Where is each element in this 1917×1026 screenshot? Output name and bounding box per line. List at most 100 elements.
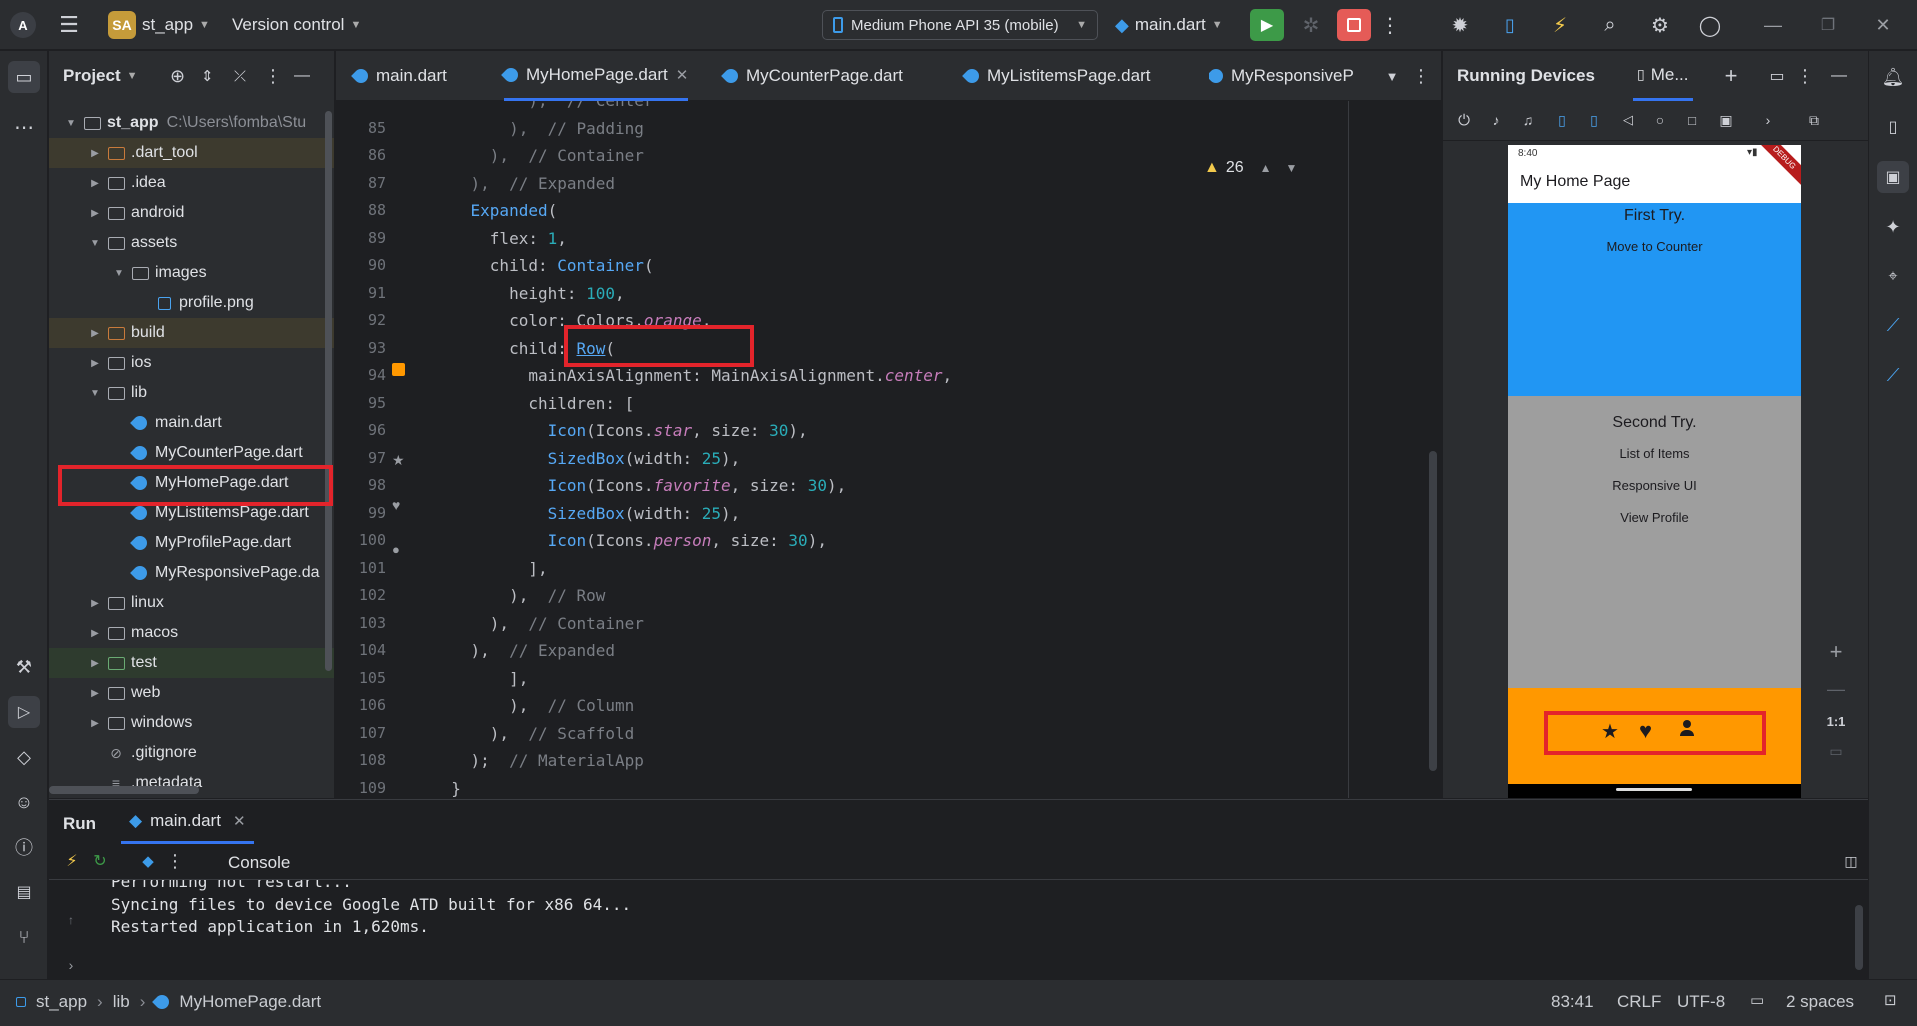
tab-myhomepage-dart[interactable]: MyHomePage.dart ✕	[501, 51, 689, 101]
collapse-all-icon[interactable]: ⤫	[234, 68, 246, 85]
zoom-out-icon[interactable]: —	[1827, 679, 1845, 700]
layout-inspector-icon[interactable]: ⌖	[1877, 261, 1909, 293]
chevron-down-icon[interactable]: ▼	[127, 70, 138, 82]
console-scrollbar[interactable]	[1855, 905, 1863, 970]
chevron-down-icon[interactable]: ▼	[1286, 161, 1298, 175]
breadcrumb-file[interactable]: MyHomePage.dart	[179, 992, 321, 1012]
terminal-icon[interactable]: ▤	[8, 876, 40, 908]
caret-position[interactable]: 83:41	[1551, 992, 1594, 1012]
tree-item[interactable]: profile.png	[49, 288, 334, 318]
tree-item[interactable]: MyResponsivePage.da	[49, 558, 334, 588]
build-hammer-icon[interactable]: ⚒	[8, 651, 40, 683]
color-swatch-orange-icon[interactable]	[392, 363, 405, 376]
screenshot-icon[interactable]: ▣	[1715, 109, 1737, 131]
tree-item[interactable]: ▶ .dart_tool	[49, 138, 334, 168]
tree-item[interactable]: ▼ assets	[49, 228, 334, 258]
tab-mycounterpage-dart[interactable]: MyCounterPage.dart	[721, 51, 903, 101]
tree-item[interactable]: main.dart	[49, 408, 334, 438]
home-icon[interactable]: ○	[1649, 109, 1671, 131]
tabs-dropdown-chevron-icon[interactable]: ▼	[1380, 63, 1404, 89]
mirror-icon[interactable]: ⧉	[1801, 109, 1827, 131]
account-icon[interactable]: ◯	[1697, 12, 1723, 38]
panel-options-icon[interactable]: ⋮	[1795, 63, 1815, 89]
bug-icon[interactable]: ✹	[1447, 12, 1473, 38]
gesture-nav-bar[interactable]	[1616, 788, 1692, 791]
move-to-counter-button[interactable]: Move to Counter	[1508, 239, 1801, 254]
list-of-items-button[interactable]: List of Items	[1508, 446, 1801, 461]
settings-gear-icon[interactable]: ⚙	[1647, 12, 1673, 38]
tree-item[interactable]: ▶ macos	[49, 618, 334, 648]
hot-restart-icon[interactable]: ↻	[89, 850, 111, 872]
tree-item[interactable]: ▶ build	[49, 318, 334, 348]
volume-up-icon[interactable]: ♪	[1485, 109, 1507, 131]
search-icon[interactable]: ⌕	[1597, 12, 1623, 38]
code-area[interactable]: ), // Center ), // Padding ), // Contain…	[432, 101, 1432, 798]
back-icon[interactable]: ◁	[1617, 109, 1639, 131]
flutter-devtools-icon[interactable]: ◆	[137, 850, 159, 872]
power-icon[interactable]: ⏻	[1453, 109, 1475, 131]
more-vertical-icon[interactable]: ⋮	[1380, 12, 1400, 38]
tree-item[interactable]: ▶ web	[49, 678, 334, 708]
stop-button[interactable]	[1337, 9, 1371, 41]
project-selector[interactable]: SA st_app ▼	[108, 0, 210, 50]
tree-item[interactable]: ▼ images	[49, 258, 334, 288]
run-options-icon[interactable]: ⋮	[166, 850, 184, 872]
run-button[interactable]: ▶	[1250, 9, 1284, 41]
tab-myresponsivepage-dart[interactable]: MyResponsiveP	[1209, 51, 1377, 101]
main-menu-icon[interactable]: ☰	[58, 12, 80, 37]
console-tab[interactable]: Console	[228, 853, 290, 873]
volume-down-icon[interactable]: ♫	[1517, 109, 1539, 131]
project-folder-icon[interactable]: ▭	[8, 61, 40, 93]
breadcrumb-lib[interactable]: lib	[113, 992, 130, 1012]
breadcrumb-project[interactable]: st_app	[36, 992, 87, 1012]
android-studio-logo-icon[interactable]: A	[10, 12, 36, 38]
file-encoding[interactable]: UTF-8	[1677, 992, 1725, 1012]
version-control-menu[interactable]: Version control ▼	[232, 0, 361, 50]
device-manager-icon[interactable]: ▯	[1877, 111, 1909, 143]
zoom-in-icon[interactable]: +	[1830, 639, 1843, 665]
editor-scrollbar[interactable]	[1429, 451, 1437, 771]
window-minimize-icon[interactable]: —	[1760, 12, 1786, 38]
debug-icon[interactable]: ✲	[1298, 12, 1324, 38]
tree-item[interactable]: ▶ linux	[49, 588, 334, 618]
tree-item[interactable]: ▼ lib	[49, 378, 334, 408]
tree-item[interactable]: ⊘ .gitignore	[49, 738, 334, 768]
inspection-widget[interactable]: ▲ 26 ▲ ▼	[1204, 159, 1297, 177]
window-restore-icon[interactable]: ❐	[1815, 12, 1841, 38]
console-output[interactable]: Performing hot restart... Syncing files t…	[111, 880, 1811, 980]
responsive-ui-button[interactable]: Responsive UI	[1508, 478, 1801, 493]
indent-setting[interactable]: 2 spaces	[1786, 992, 1854, 1012]
lock-icon[interactable]: ⊡	[1884, 991, 1897, 1009]
tree-item[interactable]: ▶ test	[49, 648, 334, 678]
expand-right-chevron-icon[interactable]: ›	[61, 955, 81, 975]
view-profile-button[interactable]: View Profile	[1508, 510, 1801, 525]
options-vertical-icon[interactable]: ⋮	[264, 66, 282, 87]
readonly-toggle-icon[interactable]: ▭	[1750, 991, 1764, 1009]
add-device-icon[interactable]: +	[1719, 63, 1743, 89]
hot-reload-icon[interactable]: ⚡	[61, 850, 83, 872]
expand-all-icon[interactable]: ⇕	[201, 67, 214, 85]
device-selector[interactable]: Medium Phone API 35 (mobile) ▼	[822, 10, 1098, 40]
tree-item[interactable]: ▶ ios	[49, 348, 334, 378]
running-devices-icon[interactable]: ▣	[1877, 161, 1909, 193]
tree-item[interactable]: ▶ windows	[49, 708, 334, 738]
close-tab-icon[interactable]: ✕	[233, 812, 246, 830]
more-tools-icon[interactable]: ⋯	[8, 111, 40, 143]
project-panel-title[interactable]: Project	[63, 66, 121, 86]
hide-panel-icon[interactable]: —	[294, 67, 310, 85]
flutter-performance-icon[interactable]: ⟋	[1877, 359, 1909, 391]
tab-mylistitemspage-dart[interactable]: MyListitemsPage.dart	[962, 51, 1150, 101]
tree-item[interactable]: ▶ android	[49, 198, 334, 228]
tree-item[interactable]: MyProfilePage.dart	[49, 528, 334, 558]
run-config-selector[interactable]: ◆ main.dart ▼	[1115, 0, 1223, 50]
logcat-icon[interactable]: ☺	[8, 786, 40, 818]
zoom-fit-icon[interactable]: ▭	[1829, 743, 1842, 760]
line-separator[interactable]: CRLF	[1617, 992, 1661, 1012]
locate-target-icon[interactable]: ⊕	[170, 66, 185, 87]
tabs-more-icon[interactable]: ⋮	[1409, 63, 1433, 89]
overview-icon[interactable]: □	[1681, 109, 1703, 131]
layout-toggle-icon[interactable]: ◫	[1840, 850, 1862, 872]
flutter-inspector-icon[interactable]: ⟋	[1877, 309, 1909, 341]
rotate-right-icon[interactable]: ▯	[1583, 109, 1605, 131]
close-tab-icon[interactable]: ✕	[676, 66, 689, 84]
